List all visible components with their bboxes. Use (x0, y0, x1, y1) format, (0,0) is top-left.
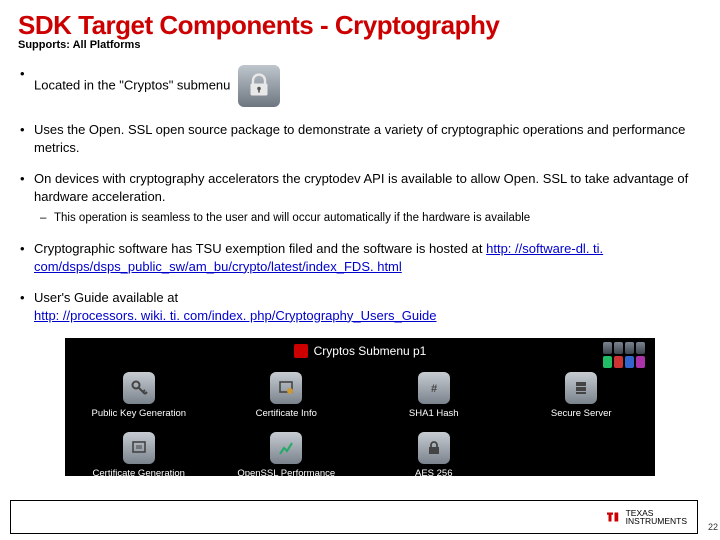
footer-bar: TEXASINSTRUMENTS (10, 500, 698, 534)
submenu-label: Certificate Generation (93, 468, 185, 479)
submenu-item: Public Key Generation (65, 372, 213, 419)
submenu-item: AES 256 (360, 432, 508, 479)
ti-chip-icon (294, 344, 308, 358)
certificate-icon (270, 372, 302, 404)
submenu-item: Certificate Info (213, 372, 361, 419)
cryptos-submenu-screenshot: Cryptos Submenu p1 Public Key Generation… (65, 338, 655, 476)
bullet-text: User's Guide available at (34, 290, 178, 305)
certgen-icon (123, 432, 155, 464)
ti-brand-text: TEXASINSTRUMENTS (626, 509, 687, 526)
bullet-text: On devices with cryptography accelerator… (34, 171, 688, 204)
bullet-item: Cryptographic software has TSU exemption… (18, 240, 702, 275)
page-number: 22 (708, 522, 718, 532)
submenu-item: Secure Server (508, 372, 656, 419)
submenu-title: Cryptos Submenu p1 (314, 344, 427, 358)
lock-icon (238, 65, 280, 107)
aes-icon (418, 432, 450, 464)
bullet-item: On devices with cryptography accelerator… (18, 170, 702, 226)
submenu-label: OpenSSL Performance (237, 468, 335, 479)
submenu-item: Certificate Generation (65, 432, 213, 479)
apps-grid-icon (603, 342, 645, 368)
bullet-item: Uses the Open. SSL open source package t… (18, 121, 702, 156)
submenu-item: # SHA1 Hash (360, 372, 508, 419)
key-icon (123, 372, 155, 404)
bullet-text: Located in the "Cryptos" submenu (34, 77, 230, 92)
content-area: Located in the "Cryptos" submenu Uses th… (18, 65, 702, 476)
submenu-header: Cryptos Submenu p1 (65, 344, 655, 358)
submenu-label: Secure Server (551, 408, 612, 419)
users-guide-link[interactable]: http: //processors. wiki. ti. com/index.… (34, 308, 436, 323)
bullet-item: Located in the "Cryptos" submenu (18, 65, 702, 107)
submenu-label: Certificate Info (256, 408, 317, 419)
perf-icon (270, 432, 302, 464)
bullet-text: Cryptographic software has TSU exemption… (34, 241, 486, 256)
svg-text:#: # (431, 383, 437, 395)
page-title: SDK Target Components - Cryptography (18, 10, 702, 41)
hash-icon: # (418, 372, 450, 404)
submenu-label: AES 256 (415, 468, 453, 479)
ti-logo-icon (604, 508, 622, 526)
bullet-item: User's Guide available at http: //proces… (18, 289, 702, 324)
submenu-label: SHA1 Hash (409, 408, 459, 419)
server-icon (565, 372, 597, 404)
sub-bullet-item: This operation is seamless to the user a… (34, 211, 702, 226)
submenu-label: Public Key Generation (91, 408, 186, 419)
submenu-item: OpenSSL Performance (213, 432, 361, 479)
